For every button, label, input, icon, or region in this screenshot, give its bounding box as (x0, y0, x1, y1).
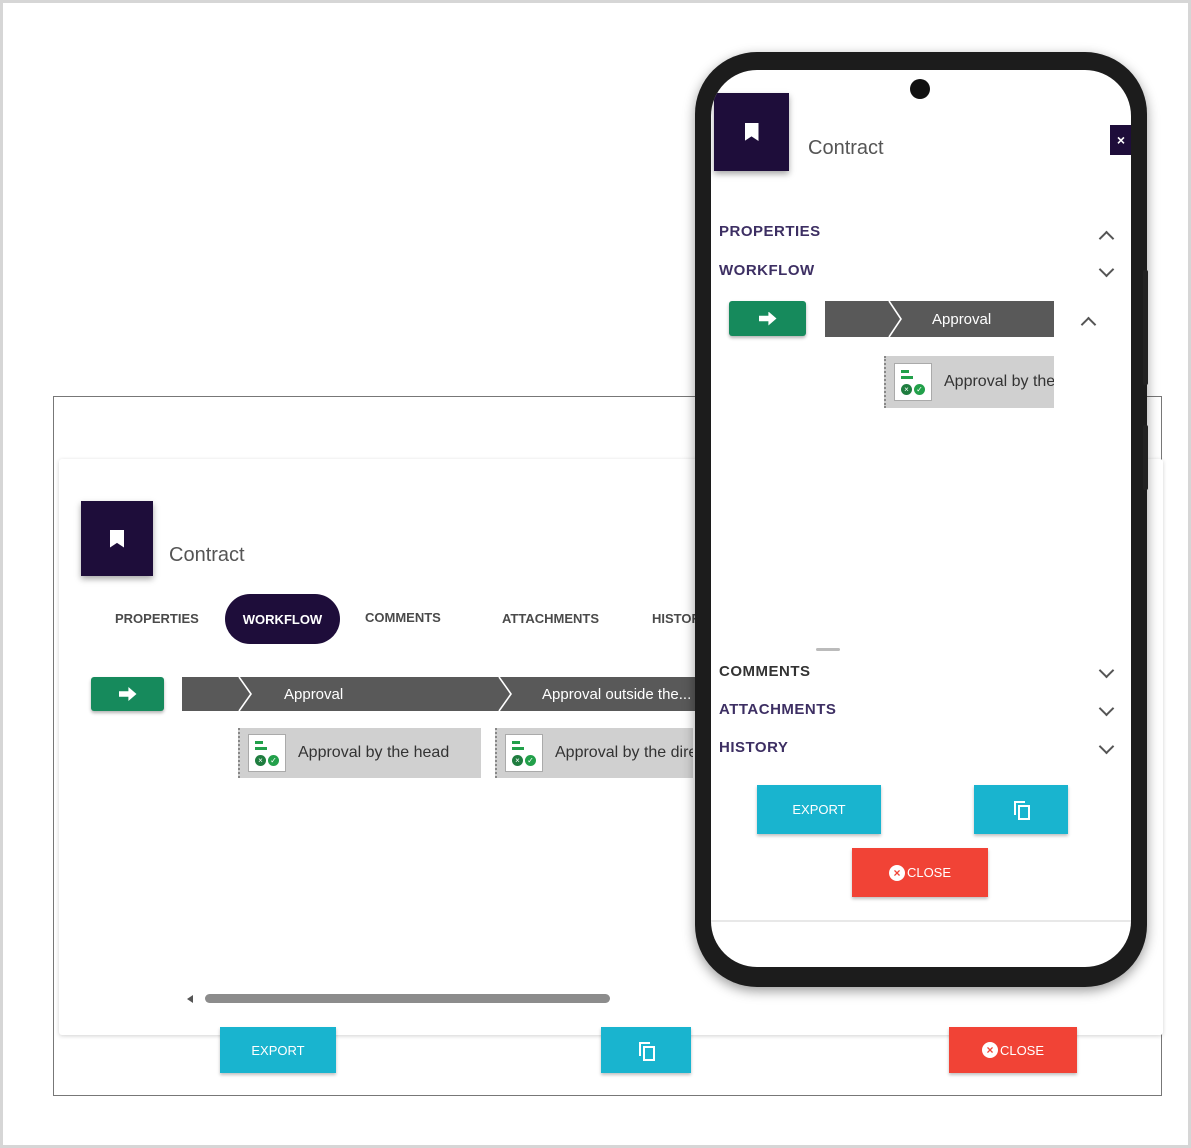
stage-separator (237, 677, 253, 711)
workflow-start-button[interactable] (729, 301, 806, 336)
contract-badge (714, 93, 789, 171)
close-circle-icon: × (981, 1042, 998, 1058)
chevron-up-icon[interactable] (1098, 230, 1115, 247)
phone-screen: Contract × PROPERTIES WORKFLOW Approval … (711, 70, 1131, 967)
close-circle-icon: × (888, 864, 905, 881)
task-card-director[interactable]: ×✓ Approval by the director (495, 728, 693, 778)
close-button-label: CLOSE (906, 865, 952, 880)
arrow-right-icon (758, 311, 777, 326)
tab-attachments[interactable]: ATTACHMENTS (502, 611, 599, 626)
task-label: Approval by the head (944, 373, 1054, 390)
stage-label-approval[interactable]: Approval (932, 311, 991, 328)
chevron-up-icon[interactable] (1080, 316, 1097, 333)
export-button[interactable]: EXPORT (757, 785, 881, 834)
divider (711, 920, 1131, 922)
stage-label-approval[interactable]: Approval (284, 686, 343, 703)
workflow-stage-bar: Approval Approval outside the... (182, 677, 712, 711)
workflow-stage-bar: Approval (825, 301, 1054, 337)
bookmark-icon (744, 123, 759, 141)
tab-comments[interactable]: COMMENTS (365, 610, 441, 625)
copy-icon (1014, 801, 1030, 820)
horizontal-scrollbar[interactable] (187, 993, 707, 1005)
phone-side-button (1143, 425, 1148, 490)
page-title: Contract (169, 544, 245, 566)
workflow-start-button[interactable] (91, 677, 164, 711)
chevron-down-icon[interactable] (1098, 738, 1115, 755)
task-approval-icon: × ✓ (894, 363, 932, 401)
stage-label-approval-outside[interactable]: Approval outside the... (542, 686, 691, 703)
task-approval-icon: × ✓ (248, 734, 286, 772)
tab-history[interactable]: HISTORY (652, 611, 696, 626)
section-comments[interactable]: COMMENTS (719, 663, 811, 680)
section-properties[interactable]: PROPERTIES (719, 223, 821, 240)
export-button[interactable]: EXPORT (220, 1027, 336, 1073)
close-button-label: CLOSE (999, 1042, 1045, 1058)
chevron-down-icon[interactable] (1098, 700, 1115, 717)
drag-handle[interactable] (816, 648, 840, 651)
task-card-head[interactable]: ×✓ Approval by the head (238, 728, 481, 778)
close-button[interactable]: × CLOSE (949, 1027, 1077, 1073)
scrollbar-thumb[interactable] (205, 994, 610, 1003)
tab-workflow[interactable]: WORKFLOW (225, 594, 340, 644)
chevron-down-icon[interactable] (1098, 662, 1115, 679)
task-label: Approval by the head (298, 744, 450, 761)
task-approval-icon: × ✓ (505, 734, 543, 772)
task-card-head[interactable]: ×✓ Approval by the head (884, 356, 1054, 408)
stage-separator (497, 677, 513, 711)
close-icon[interactable]: × (1110, 125, 1131, 155)
scroll-left-icon[interactable] (187, 995, 193, 1003)
tab-properties[interactable]: PROPERTIES (115, 611, 199, 626)
copy-button[interactable] (601, 1027, 691, 1073)
section-history[interactable]: HISTORY (719, 739, 788, 756)
section-workflow[interactable]: WORKFLOW (719, 262, 815, 279)
close-button[interactable]: × CLOSE (852, 848, 988, 897)
camera-icon (910, 79, 930, 99)
contract-badge (81, 501, 153, 576)
phone-side-button (1143, 270, 1148, 385)
copy-icon (639, 1041, 655, 1061)
bookmark-icon (110, 529, 124, 548)
chevron-down-icon[interactable] (1098, 261, 1115, 278)
task-label: Approval by the director (555, 744, 693, 761)
copy-button[interactable] (974, 785, 1068, 834)
page-title: Contract (808, 137, 884, 159)
stage-separator (887, 301, 903, 337)
section-attachments[interactable]: ATTACHMENTS (719, 701, 836, 718)
arrow-right-icon (118, 687, 137, 701)
